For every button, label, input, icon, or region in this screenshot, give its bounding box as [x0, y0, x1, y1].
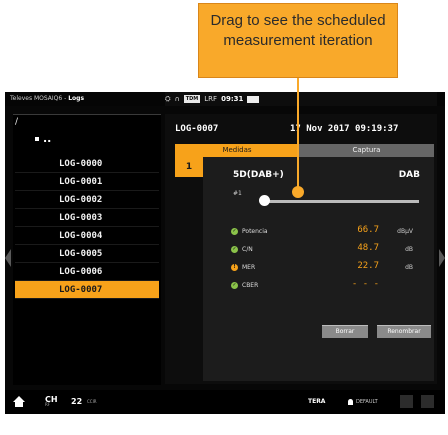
iteration-slider-track[interactable]: [267, 200, 419, 203]
tooltip-pointer-dot: [292, 186, 304, 198]
measurement-name: MER: [242, 264, 256, 271]
log-detail-panel: LOG-0007 17 Nov 2017 09:19:37 Medidas Ca…: [165, 114, 437, 384]
tab-captura[interactable]: Captura: [299, 144, 434, 157]
log-item[interactable]: LOG-0003: [15, 209, 159, 227]
channel-selector[interactable]: CH RF: [45, 395, 58, 407]
log-item[interactable]: LOG-0004: [15, 227, 159, 245]
channel-plan: CCIR: [87, 399, 97, 404]
iteration-slider-handle[interactable]: [259, 195, 270, 206]
app-name: Televes MOSAIQ6: [10, 95, 63, 102]
measurement-unit: dB: [405, 264, 413, 271]
brand-logo: TERA: [308, 398, 326, 405]
iteration-label: #1: [233, 190, 242, 197]
battery-icon: [247, 95, 260, 103]
status-title: Televes MOSAIQ6 - Logs: [10, 95, 85, 102]
log-item-selected[interactable]: LOG-0007: [15, 281, 159, 299]
help-tooltip: Drag to see the scheduled measurement it…: [198, 3, 398, 78]
measurement-value: 22.7: [357, 261, 379, 271]
log-date: 17 Nov 2017 09:19:37: [290, 124, 399, 134]
profile-name[interactable]: DEFAULT: [356, 399, 378, 405]
network-icon: ⛭: [165, 95, 171, 103]
channel-number: 22: [71, 397, 83, 406]
warning-icon: !: [231, 264, 238, 271]
parent-directory-label: ..: [43, 132, 52, 145]
tdm-indicator: TDM: [183, 95, 201, 103]
delete-button[interactable]: Borrar: [322, 325, 368, 338]
measurement-panel: 5D(DAB+) DAB #1 ✓ Potencia 66.7 dBµV ✓ C…: [203, 157, 434, 381]
parent-directory[interactable]: ..: [35, 132, 51, 145]
lrf-indicator: LRF: [204, 95, 218, 103]
current-path: /: [15, 117, 19, 127]
tooltip-pointer-line: [297, 78, 299, 190]
measurement-value: - - -: [351, 279, 379, 289]
bottom-bar: CH RF 22 CCIR TERA DEFAULT: [5, 390, 445, 414]
section-name: Logs: [68, 95, 85, 102]
log-item[interactable]: LOG-0000: [15, 155, 159, 173]
folder-icon: [35, 137, 39, 141]
measurement-name: CBER: [242, 282, 259, 289]
measurement-name: Potencia: [242, 228, 268, 235]
check-ok-icon: ✓: [231, 246, 238, 253]
status-indicators: ⛭ ∩ TDM LRF 09:31: [165, 92, 437, 106]
check-ok-icon: ✓: [231, 228, 238, 235]
log-item[interactable]: LOG-0001: [15, 173, 159, 191]
measurement-value: 66.7: [357, 225, 379, 235]
check-ok-icon: ✓: [231, 282, 238, 289]
rename-button[interactable]: Renombrar: [377, 325, 431, 338]
scroll-right-arrow-icon[interactable]: [439, 249, 445, 267]
tab-medidas[interactable]: Medidas: [175, 144, 299, 157]
measurement-row: ✓ Potencia 66.7 dBµV: [231, 225, 421, 238]
home-icon[interactable]: [13, 396, 25, 407]
scroll-left-arrow-icon[interactable]: [5, 249, 11, 267]
measurement-row: ! MER 22.7 dB: [231, 261, 421, 274]
log-file-list: / .. LOG-0000 LOG-0001 LOG-0002 LOG-0003…: [13, 114, 161, 385]
user-icon: [348, 399, 353, 405]
log-item[interactable]: LOG-0006: [15, 263, 159, 281]
device-screen: Televes MOSAIQ6 - Logs ⛭ ∩ TDM LRF 09:31…: [5, 92, 445, 414]
measurement-unit: dB: [405, 246, 413, 253]
service-name: 5D(DAB+): [233, 170, 284, 180]
log-item[interactable]: LOG-0005: [15, 245, 159, 263]
log-item[interactable]: LOG-0002: [15, 191, 159, 209]
standard-label: DAB: [398, 170, 420, 180]
row-number: 1: [175, 157, 203, 177]
measurement-name: C/N: [242, 246, 253, 253]
measurement-row: ✓ C/N 48.7 dB: [231, 243, 421, 256]
log-filename: LOG-0007: [175, 124, 219, 134]
screenshot-icon[interactable]: [421, 395, 434, 408]
status-bar: Televes MOSAIQ6 - Logs ⛭ ∩ TDM LRF 09:31: [5, 92, 445, 106]
measurement-value: 48.7: [357, 243, 379, 253]
measurement-row: ✓ CBER - - -: [231, 279, 421, 292]
headphones-icon: ∩: [174, 95, 180, 103]
clock: 09:31: [221, 95, 244, 103]
save-icon[interactable]: [400, 395, 413, 408]
measurement-unit: dBµV: [397, 228, 413, 235]
